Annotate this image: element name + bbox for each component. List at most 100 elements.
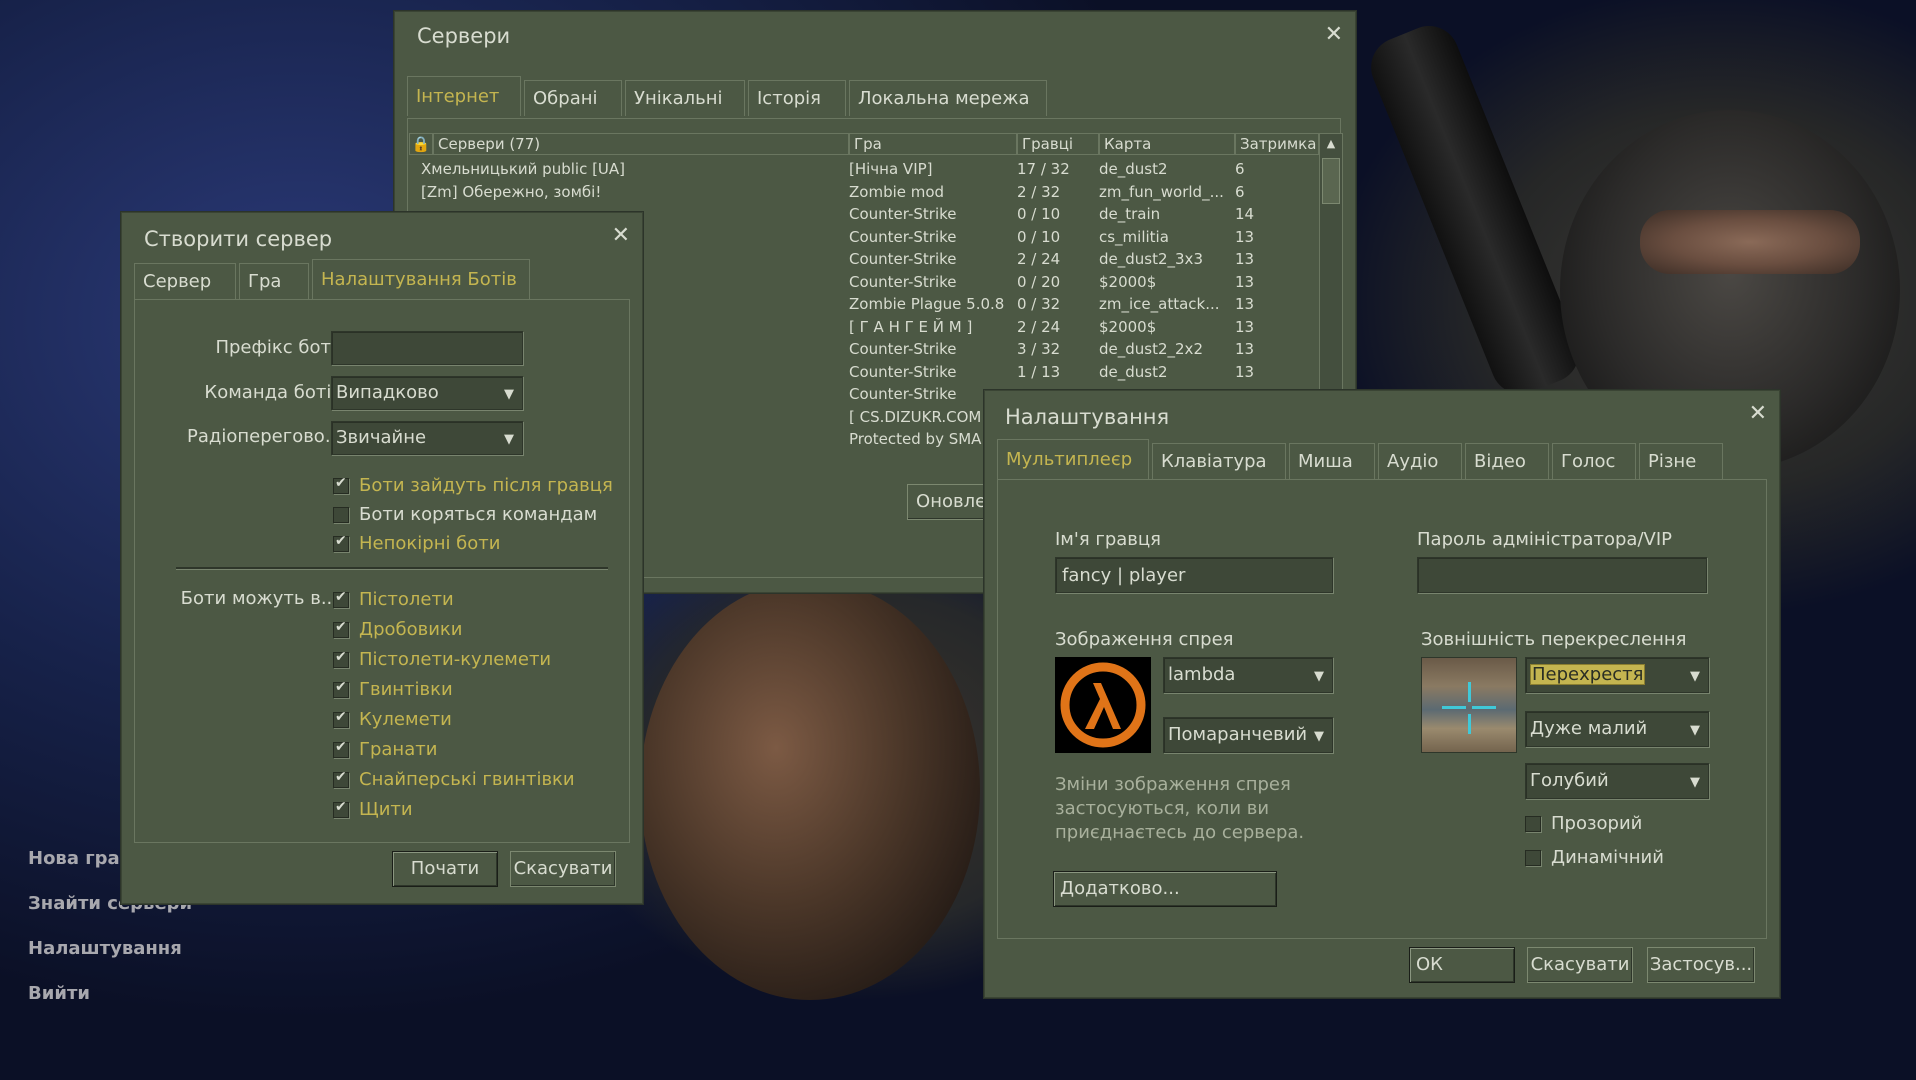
server-ping-cell: 6 [1235, 160, 1245, 178]
tab-keyboard[interactable]: Клавіатура [1152, 443, 1286, 479]
radio-select[interactable]: Звичайне ▼ [331, 421, 523, 455]
checkbox-box[interactable]: ✔ [333, 709, 349, 728]
admin-password-input[interactable] [1417, 557, 1707, 593]
checkbox-label: Дробовики [359, 619, 463, 640]
server-row[interactable]: [Zm] Обережно, зомбі! Zombie mod 2 / 32 zm_… [409, 181, 1317, 203]
server-game-cell: Counter-Strike [849, 227, 957, 246]
checkbox-box[interactable]: ✔ [333, 769, 349, 788]
column-latency[interactable]: Затримка [1235, 133, 1319, 155]
checkbox-bot-weapons-5[interactable]: ✔ Гранати [333, 739, 437, 760]
crosshair-color-select[interactable]: Голубий ▼ [1525, 763, 1709, 799]
checkmark-icon: ✔ [335, 618, 347, 635]
lock-column-header[interactable]: 🔒 [409, 133, 433, 155]
close-icon[interactable]: ✕ [1325, 22, 1343, 47]
tab-multiplayer[interactable]: Мультиплеєр [997, 439, 1149, 479]
tab-server[interactable]: Сервер [134, 263, 236, 299]
server-map-cell: $2000$ [1099, 272, 1157, 291]
radio-value: Звичайне [336, 427, 427, 448]
crosshair-select[interactable]: Перехрестя ▼ [1525, 657, 1709, 693]
crosshair-size-select[interactable]: Дуже малий ▼ [1525, 711, 1709, 747]
admin-password-label: Пароль адміністратора/VIP [1417, 529, 1672, 550]
tab-internet[interactable]: Інтернет [407, 76, 521, 116]
checkbox-label: Гранати [359, 739, 438, 760]
server-map-cell: zm_ice_attack... [1099, 295, 1220, 313]
server-players-cell: 0 / 10 [1017, 205, 1061, 223]
close-icon[interactable]: ✕ [612, 223, 630, 248]
cancel-button[interactable]: Скасувати [510, 851, 616, 887]
checkbox-box[interactable]: ✔ [333, 589, 349, 608]
tab-misc[interactable]: Різне [1639, 443, 1723, 479]
tab-voice[interactable]: Голос [1552, 443, 1636, 479]
crosshair-color-value: Голубий [1530, 770, 1609, 791]
spray-select[interactable]: lambda ▼ [1163, 657, 1333, 693]
server-map-cell: de_dust2_3x3 [1099, 250, 1203, 268]
column-servers[interactable]: Сервери (77) [433, 133, 849, 155]
cancel-button[interactable]: Скасувати [1527, 947, 1633, 983]
checkbox-box[interactable]: ✔ [333, 739, 349, 758]
checkbox-label: Боти зайдуть після гравця [359, 475, 613, 496]
column-game[interactable]: Гра [849, 133, 1017, 155]
bot-team-select[interactable]: Випадково ▼ [331, 376, 523, 410]
scroll-up-icon[interactable]: ▲ [1320, 134, 1342, 156]
close-icon[interactable]: ✕ [1749, 401, 1767, 426]
checkbox-bot-options-0[interactable]: ✔ Боти зайдуть після гравця [333, 475, 613, 496]
tab-lan[interactable]: Локальна мережа [849, 80, 1047, 116]
checkbox-bot-options-1[interactable]: Боти коряться командам [333, 504, 597, 525]
checkbox-bot-options-2[interactable]: ✔ Непокірні боти [333, 533, 500, 554]
tab-game[interactable]: Гра [239, 263, 309, 299]
tab-bot-settings[interactable]: Налаштування Ботів [312, 259, 530, 299]
server-map-cell: de_dust2 [1099, 362, 1168, 381]
menu-options[interactable]: Налаштування [28, 926, 192, 971]
checkbox-box[interactable]: ✔ [333, 798, 349, 818]
checkbox-box[interactable] [1525, 849, 1541, 866]
bot-team-label: Команда ботів [204, 382, 342, 403]
checkbox-bot-weapons-1[interactable]: ✔ Дробовики [333, 619, 463, 640]
crosshair-mark [1468, 714, 1471, 734]
tab-favorites[interactable]: Обрані [524, 80, 622, 116]
crosshair-mark [1468, 682, 1471, 702]
spray-color-select[interactable]: Помаранчевий ▼ [1163, 717, 1333, 753]
server-map-cell: zm_fun_world_... [1099, 182, 1224, 201]
checkbox-box[interactable] [333, 506, 349, 523]
ok-button[interactable]: ОК [1409, 947, 1515, 983]
column-map[interactable]: Карта [1099, 133, 1235, 155]
create-server-title: Створити сервер [144, 227, 333, 251]
menu-quit[interactable]: Вийти [28, 971, 192, 1016]
checkbox-box[interactable]: ✔ [333, 679, 349, 698]
tab-mouse[interactable]: Миша [1289, 443, 1375, 479]
advanced-button[interactable]: Додатково... [1053, 871, 1277, 907]
tab-video[interactable]: Відео [1465, 443, 1549, 479]
tab-history[interactable]: Історія [748, 80, 846, 116]
bot-prefix-input[interactable] [331, 331, 523, 365]
checkbox-bot-weapons-0[interactable]: ✔ Пістолети [333, 589, 454, 610]
checkbox-box[interactable]: ✔ [333, 649, 349, 668]
column-players[interactable]: Гравці [1017, 133, 1099, 155]
checkbox-bot-weapons-6[interactable]: ✔ Снайперські гвинтівки [333, 769, 575, 790]
tab-unique[interactable]: Унікальні [625, 80, 745, 116]
chevron-down-icon: ▼ [1690, 775, 1700, 790]
chevron-down-icon: ▼ [1314, 729, 1324, 744]
checkbox-box[interactable]: ✔ [333, 475, 349, 494]
player-name-input[interactable] [1055, 557, 1333, 593]
apply-button[interactable]: Застосув... [1647, 947, 1755, 983]
checkbox-box[interactable]: ✔ [333, 533, 349, 552]
checkmark-icon: ✔ [335, 798, 347, 815]
server-map-cell: cs_militia [1099, 227, 1169, 246]
checkbox-label: Пістолети [359, 589, 454, 610]
checkbox-bot-weapons-7[interactable]: ✔ Щити [333, 799, 413, 820]
checkbox-bot-weapons-2[interactable]: ✔ Пістолети-кулемети [333, 649, 551, 670]
checkbox-box[interactable]: ✔ [333, 618, 349, 638]
tab-audio[interactable]: Аудіо [1378, 443, 1462, 479]
checkbox-box[interactable] [1525, 815, 1541, 832]
settings-title: Налаштування [1005, 405, 1170, 429]
start-button[interactable]: Почати [392, 851, 498, 887]
server-players-cell: 2 / 32 [1017, 182, 1061, 201]
dynamic-checkbox[interactable]: Динамічний [1525, 847, 1664, 868]
crosshair-size-value: Дуже малий [1530, 718, 1648, 739]
scroll-thumb[interactable] [1322, 158, 1340, 204]
server-players-cell: 0 / 10 [1017, 227, 1061, 246]
checkbox-bot-weapons-4[interactable]: ✔ Кулемети [333, 709, 452, 730]
checkbox-bot-weapons-3[interactable]: ✔ Гвинтівки [333, 679, 453, 700]
transparent-checkbox[interactable]: Прозорий [1525, 813, 1642, 834]
server-row[interactable]: Хмельницький public [UA] [Нічна VIP] 17 / … [409, 158, 1317, 180]
